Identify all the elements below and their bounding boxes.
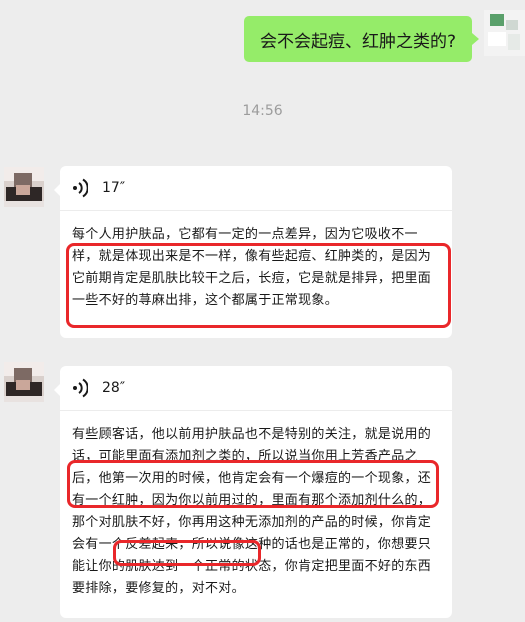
voice-wave-icon — [73, 178, 88, 198]
outgoing-message-bubble[interactable]: 会不会起痘、红肿之类的? — [244, 16, 472, 62]
voice-wave-icon — [73, 378, 88, 398]
voice-duration: 17″ — [102, 180, 126, 196]
message-timestamp: 14:56 — [242, 103, 283, 119]
avatar-other[interactable] — [4, 362, 44, 402]
outgoing-bubble-tail — [472, 33, 479, 45]
card-divider — [60, 210, 452, 211]
voice-duration: 28″ — [102, 380, 126, 396]
voice-message-card[interactable]: 17″ 每个人用护肤品，它都有一定的一点差异，因为它吸收不一样，就是体现出来是不… — [54, 166, 452, 338]
voice-player[interactable]: 17″ — [72, 176, 125, 200]
voice-player[interactable]: 28″ — [72, 376, 125, 400]
voice-message-card[interactable]: 28″ 有些顾客话，他以前用护肤品也不是特别的关注，就是说用的话，可能里面有添加… — [54, 366, 452, 618]
avatar-self[interactable] — [484, 10, 525, 56]
avatar-other[interactable] — [4, 167, 44, 207]
outgoing-message-text: 会不会起痘、红肿之类的? — [259, 31, 457, 52]
card-tail — [54, 184, 60, 196]
card-tail — [54, 384, 60, 396]
voice-transcript: 每个人用护肤品，它都有一定的一点差异，因为它吸收不一样，就是体现出来是不一样，像… — [72, 227, 432, 308]
card-divider — [60, 410, 452, 411]
voice-transcript: 有些顾客话，他以前用护肤品也不是特别的关注，就是说用的话，可能里面有添加剂之类的… — [72, 427, 432, 596]
